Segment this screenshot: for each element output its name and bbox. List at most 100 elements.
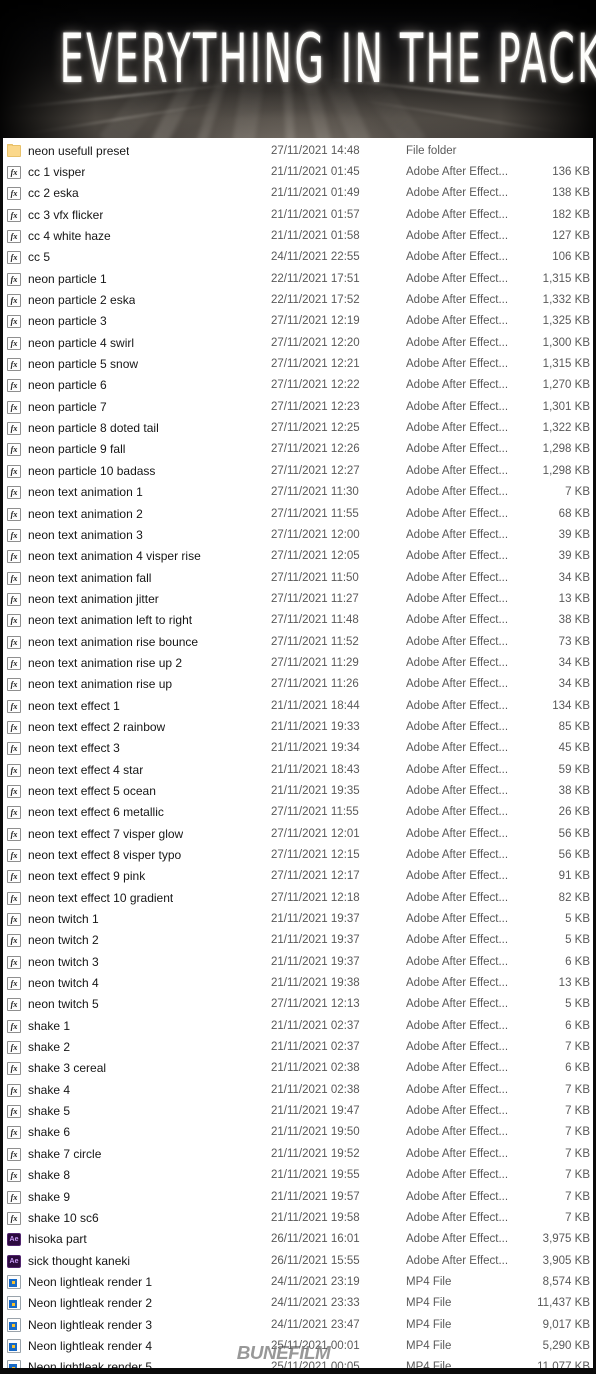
table-row[interactable]: fx neon twitch 2 21/11/2021 19:37 Adobe Aft… bbox=[3, 930, 593, 951]
file-name-cell: fx neon text animation fall bbox=[3, 571, 271, 585]
file-type-cell: Adobe After Effect... bbox=[406, 1190, 509, 1203]
table-row[interactable]: fx shake 5 21/11/2021 19:47 Adobe After Eff… bbox=[3, 1100, 593, 1121]
file-size-cell: 1,298 KB bbox=[542, 443, 590, 456]
table-row[interactable]: fx neon particle 9 fall 27/11/2021 12:26 Ad… bbox=[3, 439, 593, 460]
file-name-label: neon text animation fall bbox=[28, 570, 152, 585]
table-row[interactable]: fx neon particle 7 27/11/2021 12:23 Adobe A… bbox=[3, 396, 593, 417]
file-size-cell: 7 KB bbox=[565, 1147, 590, 1160]
file-name-cell: fx shake 4 bbox=[3, 1083, 271, 1097]
table-row[interactable]: fx neon text effect 6 metallic 27/11/2021 … bbox=[3, 802, 593, 823]
table-row[interactable]: fx neon text animation left to right 27/11… bbox=[3, 610, 593, 631]
file-name-cell: fx neon text effect 7 visper glow bbox=[3, 827, 271, 841]
table-row[interactable]: fx neon text animation jitter 27/11/2021 1… bbox=[3, 588, 593, 609]
file-name-cell: fx shake 6 bbox=[3, 1125, 271, 1140]
table-row[interactable]: fx neon text animation 3 27/11/2021 12:00 A… bbox=[3, 524, 593, 545]
file-size-cell: 7 KB bbox=[565, 1190, 590, 1203]
table-row[interactable]: fx neon text effect 2 rainbow 21/11/2021 1… bbox=[3, 716, 593, 737]
table-row[interactable]: Neon lightleak render 5 25/11/2021 00:05 M… bbox=[3, 1357, 593, 1368]
table-row[interactable]: fx neon twitch 4 21/11/2021 19:38 Adobe Aft… bbox=[3, 972, 593, 993]
fx-preset-icon: fx bbox=[7, 208, 21, 222]
table-row[interactable]: fx neon text effect 3 21/11/2021 19:34 Adob… bbox=[3, 738, 593, 759]
file-size-cell: 34 KB bbox=[558, 678, 590, 691]
table-row[interactable]: fx neon twitch 3 21/11/2021 19:37 Adobe Aft… bbox=[3, 951, 593, 972]
file-date-cell: 21/11/2021 19:35 bbox=[271, 784, 360, 797]
table-row[interactable]: fx neon text effect 4 star 21/11/2021 18:4… bbox=[3, 759, 593, 780]
after-effects-project-icon: Ae bbox=[7, 1233, 21, 1247]
table-row[interactable]: fx neon twitch 1 21/11/2021 19:37 Adobe Aft… bbox=[3, 908, 593, 929]
table-row[interactable]: fx neon particle 5 snow 27/11/2021 12:21 Ad… bbox=[3, 353, 593, 374]
table-row[interactable]: fx shake 2 21/11/2021 02:37 Adobe After Eff… bbox=[3, 1036, 593, 1057]
file-name-cell: fx neon particle 6 bbox=[3, 378, 271, 393]
file-date-cell: 27/11/2021 12:19 bbox=[271, 315, 360, 328]
file-date-cell: 21/11/2021 19:37 bbox=[271, 913, 360, 926]
table-row[interactable]: fx cc 4 white haze 21/11/2021 01:58 Adobe A… bbox=[3, 225, 593, 246]
table-row[interactable]: Ae sick thought kaneki 26/11/2021 15:55 Ado… bbox=[3, 1250, 593, 1271]
file-size-cell: 85 KB bbox=[558, 720, 590, 733]
table-row[interactable]: fx neon text effect 1 21/11/2021 18:44 Adob… bbox=[3, 695, 593, 716]
table-row[interactable]: fx shake 1 21/11/2021 02:37 Adobe After Eff… bbox=[3, 1015, 593, 1036]
file-type-cell: Adobe After Effect... bbox=[406, 849, 509, 862]
fx-preset-icon: fx bbox=[7, 507, 21, 521]
table-row[interactable]: Neon lightleak render 4 25/11/2021 00:01 M… bbox=[3, 1335, 593, 1356]
fx-preset-icon: fx bbox=[7, 443, 21, 457]
table-row[interactable]: Neon lightleak render 2 24/11/2021 23:33 M… bbox=[3, 1293, 593, 1314]
file-size-cell: 34 KB bbox=[558, 656, 590, 669]
file-date-cell: 27/11/2021 12:27 bbox=[271, 464, 360, 477]
file-type-cell: Adobe After Effect... bbox=[406, 1083, 509, 1096]
file-type-cell: Adobe After Effect... bbox=[406, 1211, 509, 1224]
file-name-cell: fx neon text animation jitter bbox=[3, 592, 271, 606]
table-row[interactable]: fx neon text effect 8 visper typo 27/11/20… bbox=[3, 844, 593, 865]
table-row[interactable]: fx neon text animation 1 27/11/2021 11:30 A… bbox=[3, 482, 593, 503]
file-name-cell: fx neon twitch 3 bbox=[3, 955, 271, 969]
table-row[interactable]: fx neon particle 10 badass 27/11/2021 12:2… bbox=[3, 460, 593, 481]
table-row[interactable]: fx neon particle 2 eska 22/11/2021 17:52 Ad… bbox=[3, 289, 593, 310]
table-row[interactable]: fx cc 5 24/11/2021 22:55 Adobe After Effect… bbox=[3, 247, 593, 268]
table-row[interactable]: fx neon text animation rise up 27/11/2021 … bbox=[3, 674, 593, 695]
table-row[interactable]: fx neon text animation 2 27/11/2021 11:55 A… bbox=[3, 503, 593, 524]
file-name-cell: fx neon particle 8 doted tail bbox=[3, 421, 271, 436]
table-row[interactable]: fx shake 7 circle 21/11/2021 19:52 Adobe Af… bbox=[3, 1143, 593, 1164]
table-row[interactable]: fx shake 6 21/11/2021 19:50 Adobe After Eff… bbox=[3, 1122, 593, 1143]
table-row[interactable]: fx neon text animation fall 27/11/2021 11:… bbox=[3, 567, 593, 588]
table-row[interactable]: fx neon text effect 7 visper glow 27/11/20… bbox=[3, 823, 593, 844]
file-type-cell: MP4 File bbox=[406, 1275, 452, 1288]
file-size-cell: 39 KB bbox=[558, 528, 590, 541]
table-row[interactable]: fx cc 3 vfx flicker 21/11/2021 01:57 Adobe … bbox=[3, 204, 593, 225]
table-row[interactable]: fx neon particle 3 27/11/2021 12:19 Adobe A… bbox=[3, 311, 593, 332]
file-name-label: neon particle 9 fall bbox=[28, 442, 126, 457]
file-name-label: neon twitch 4 bbox=[28, 976, 99, 991]
file-name-label: neon text animation 4 visper rise bbox=[28, 549, 201, 564]
file-size-cell: 7 KB bbox=[565, 1169, 590, 1182]
table-row[interactable]: fx neon text animation rise bounce 27/11/2… bbox=[3, 631, 593, 652]
table-row[interactable]: fx neon particle 1 22/11/2021 17:51 Adobe A… bbox=[3, 268, 593, 289]
file-name-label: neon particle 4 swirl bbox=[28, 335, 135, 350]
table-row[interactable]: fx shake 10 sc6 21/11/2021 19:58 Adobe Afte… bbox=[3, 1207, 593, 1228]
file-size-cell: 7 KB bbox=[565, 1105, 590, 1118]
table-row[interactable]: Neon lightleak render 3 24/11/2021 23:47 M… bbox=[3, 1314, 593, 1335]
file-size-cell: 7 KB bbox=[565, 1083, 590, 1096]
table-row[interactable]: fx shake 4 21/11/2021 02:38 Adobe After Eff… bbox=[3, 1079, 593, 1100]
table-row[interactable]: Ae hisoka part 26/11/2021 16:01 Adobe After… bbox=[3, 1229, 593, 1250]
table-row[interactable]: fx shake 9 21/11/2021 19:57 Adobe After Eff… bbox=[3, 1186, 593, 1207]
table-row[interactable]: fx shake 3 cereal 21/11/2021 02:38 Adobe Af… bbox=[3, 1058, 593, 1079]
table-row[interactable]: fx neon text effect 10 gradient 27/11/2021… bbox=[3, 887, 593, 908]
table-row[interactable]: fx shake 8 21/11/2021 19:55 Adobe After Eff… bbox=[3, 1165, 593, 1186]
file-name-cell: fx neon twitch 1 bbox=[3, 912, 271, 927]
table-row[interactable]: fx neon particle 6 27/11/2021 12:22 Adobe A… bbox=[3, 375, 593, 396]
table-row[interactable]: fx neon text effect 5 ocean 21/11/2021 19:… bbox=[3, 780, 593, 801]
table-row[interactable]: fx neon text effect 9 pink 27/11/2021 12:1… bbox=[3, 866, 593, 887]
table-row[interactable]: fx neon text animation rise up 2 27/11/202… bbox=[3, 652, 593, 673]
fx-preset-icon: fx bbox=[7, 1062, 21, 1076]
table-row[interactable]: fx neon particle 8 doted tail 27/11/2021 1… bbox=[3, 417, 593, 438]
file-type-cell: Adobe After Effect... bbox=[406, 913, 509, 926]
file-list[interactable]: neon usefull preset 27/11/2021 14:48 File … bbox=[0, 138, 596, 1374]
table-row[interactable]: Neon lightleak render 1 24/11/2021 23:19 M… bbox=[3, 1271, 593, 1292]
table-row[interactable]: fx cc 2 eska 21/11/2021 01:49 Adobe After E… bbox=[3, 183, 593, 204]
table-row[interactable]: fx neon text animation 4 visper rise 27/11… bbox=[3, 546, 593, 567]
file-type-cell: Adobe After Effect... bbox=[406, 955, 509, 968]
table-row[interactable]: fx cc 1 visper 21/11/2021 01:45 Adobe After… bbox=[3, 161, 593, 182]
table-row[interactable]: fx neon twitch 5 27/11/2021 12:13 Adobe Aft… bbox=[3, 994, 593, 1015]
file-date-cell: 21/11/2021 02:37 bbox=[271, 1041, 360, 1054]
table-row[interactable]: neon usefull preset 27/11/2021 14:48 File … bbox=[3, 140, 593, 161]
table-row[interactable]: fx neon particle 4 swirl 27/11/2021 12:20 A… bbox=[3, 332, 593, 353]
